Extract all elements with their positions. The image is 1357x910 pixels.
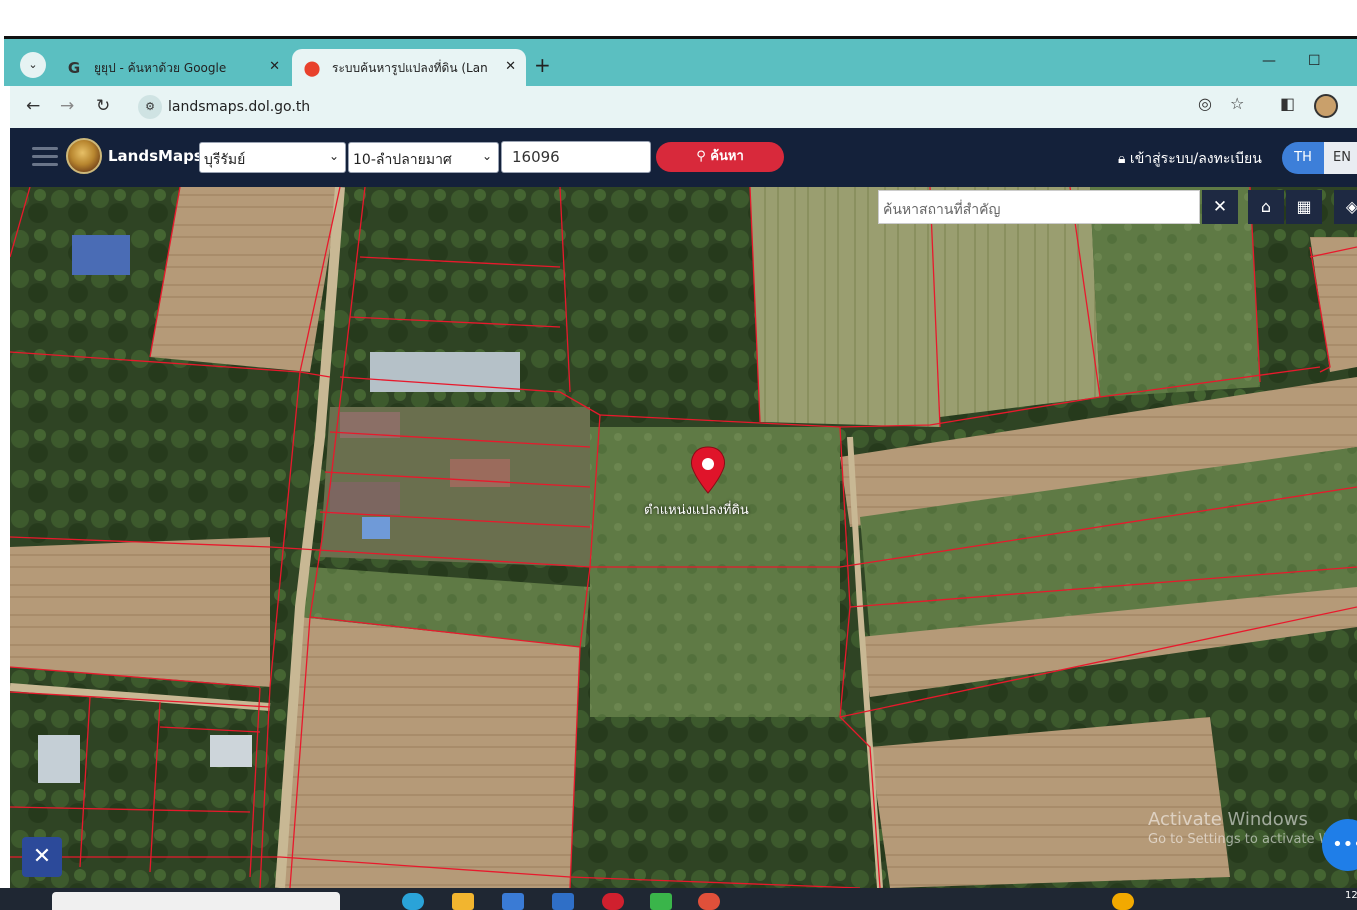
login-label: เข้าสู่ระบบ/ลงทะเบียน	[1129, 151, 1262, 167]
dol-emblem-logo	[66, 138, 102, 174]
opera-icon[interactable]	[602, 893, 624, 910]
brand-name: LandsMaps	[108, 147, 203, 165]
search-button-label: ค้นหา	[710, 149, 744, 164]
tab-title: ยูยุป - ค้นหาด้วย Google	[94, 61, 227, 75]
province-value: บุรีรัมย์	[204, 152, 246, 168]
bookmark-star-icon[interactable]: ☆	[1230, 94, 1244, 113]
watermark-subtitle: Go to Settings to activate Wi...	[1148, 832, 1348, 847]
login-link[interactable]: 🔒︎ เข้าสู่ระบบ/ลงทะเบียน	[1118, 148, 1262, 170]
home-icon[interactable]: ⌂	[1248, 190, 1284, 224]
watermark-title: Activate Windows	[1148, 809, 1308, 830]
place-search-input[interactable]: ค้นหาสถานที่สำคัญ	[878, 190, 1200, 224]
clock-text: 12	[1345, 890, 1357, 901]
map-pin-icon: ⬤	[303, 59, 321, 77]
lang-th-button[interactable]: TH	[1282, 142, 1324, 174]
parcel-location-label: ตำแหน่งแปลงที่ดิน	[644, 503, 749, 518]
hamburger-menu-icon[interactable]	[32, 147, 58, 167]
reload-icon[interactable]: ↻	[96, 96, 110, 116]
satellite-map[interactable]: ค้นหาสถานที่สำคัญ ✕ ⌂ ▦ ◈ ตำแหน่งแปลงที่…	[10, 187, 1357, 888]
tab-search-button[interactable]: ⌄	[20, 52, 46, 78]
maximize-icon[interactable]: ☐	[1308, 53, 1321, 69]
browser-tab-strip: ⌄ G ยูยุป - ค้นหาด้วย Google ✕ ⬤ ระบบค้น…	[4, 36, 1357, 89]
chevron-down-icon: ⌄	[328, 149, 339, 163]
grid-table-icon[interactable]: ▦	[1286, 190, 1322, 224]
measure-tool-icon[interactable]: ✕	[22, 837, 62, 877]
side-panel-icon[interactable]: ◧	[1280, 94, 1295, 113]
district-select[interactable]: 10-ลำปลายมาศ ⌄	[348, 142, 499, 173]
windows-taskbar: 12	[0, 888, 1357, 910]
url-text: landsmaps.dol.go.th	[168, 99, 311, 115]
close-icon[interactable]: ✕	[1202, 190, 1238, 224]
district-value: 10-ลำปลายมาศ	[353, 152, 452, 168]
tab-google[interactable]: G ยูยุป - ค้นหาด้วย Google ✕	[54, 49, 290, 89]
back-arrow-icon[interactable]: ←	[26, 96, 40, 116]
store-icon[interactable]	[502, 893, 524, 910]
new-tab-button[interactable]: +	[534, 53, 551, 77]
parcel-number-input[interactable]: 16096	[501, 141, 651, 173]
chevron-down-icon: ⌄	[481, 149, 492, 163]
google-icon: G	[67, 59, 81, 77]
province-select[interactable]: บุรีรัมย์ ⌄	[199, 142, 346, 173]
profile-avatar[interactable]	[1314, 94, 1338, 118]
forward-arrow-icon[interactable]: →	[60, 96, 74, 116]
line-icon[interactable]	[650, 893, 672, 910]
app-icon[interactable]	[552, 893, 574, 910]
chrome-icon[interactable]	[698, 893, 720, 910]
tab-title: ระบบค้นหารูปแปลงที่ดิน (LandsMaps)	[332, 61, 488, 75]
tab-landsmaps[interactable]: ⬤ ระบบค้นหารูปแปลงที่ดิน (LandsMaps) ✕	[292, 49, 526, 89]
search-icon: ⚲	[696, 149, 706, 164]
activate-windows-watermark: Activate Windows Go to Settings to activ…	[1148, 809, 1347, 847]
folder-icon[interactable]	[452, 893, 474, 910]
address-bar-row: ← → ↻ ⚙ landsmaps.dol.go.th ◎ ☆ ◧	[10, 86, 1357, 128]
omnibox[interactable]: ⚙ landsmaps.dol.go.th	[134, 90, 1264, 124]
minimize-icon[interactable]: —	[1262, 53, 1276, 69]
weather-icon[interactable]	[1112, 893, 1134, 910]
close-icon[interactable]: ✕	[505, 59, 516, 74]
layers-icon[interactable]: ◈	[1334, 190, 1357, 224]
edge-icon[interactable]	[402, 893, 424, 910]
taskbar-search-box[interactable]	[52, 892, 340, 910]
site-info-icon[interactable]: ⚙	[138, 95, 162, 119]
search-button[interactable]: ⚲ ค้นหา	[656, 142, 784, 172]
lock-icon: 🔒︎	[1118, 151, 1126, 167]
landsmaps-header: LandsMaps บุรีรัมย์ ⌄ 10-ลำปลายมาศ ⌄ 160…	[10, 128, 1357, 187]
close-icon[interactable]: ✕	[269, 59, 280, 74]
lang-en-button[interactable]: EN	[1324, 142, 1357, 174]
location-icon[interactable]: ◎	[1198, 94, 1212, 113]
desktop-screen: { "browser": { "tabs": [ {"title": "ยูยุ…	[0, 0, 1357, 910]
map-canvas	[10, 187, 1357, 888]
